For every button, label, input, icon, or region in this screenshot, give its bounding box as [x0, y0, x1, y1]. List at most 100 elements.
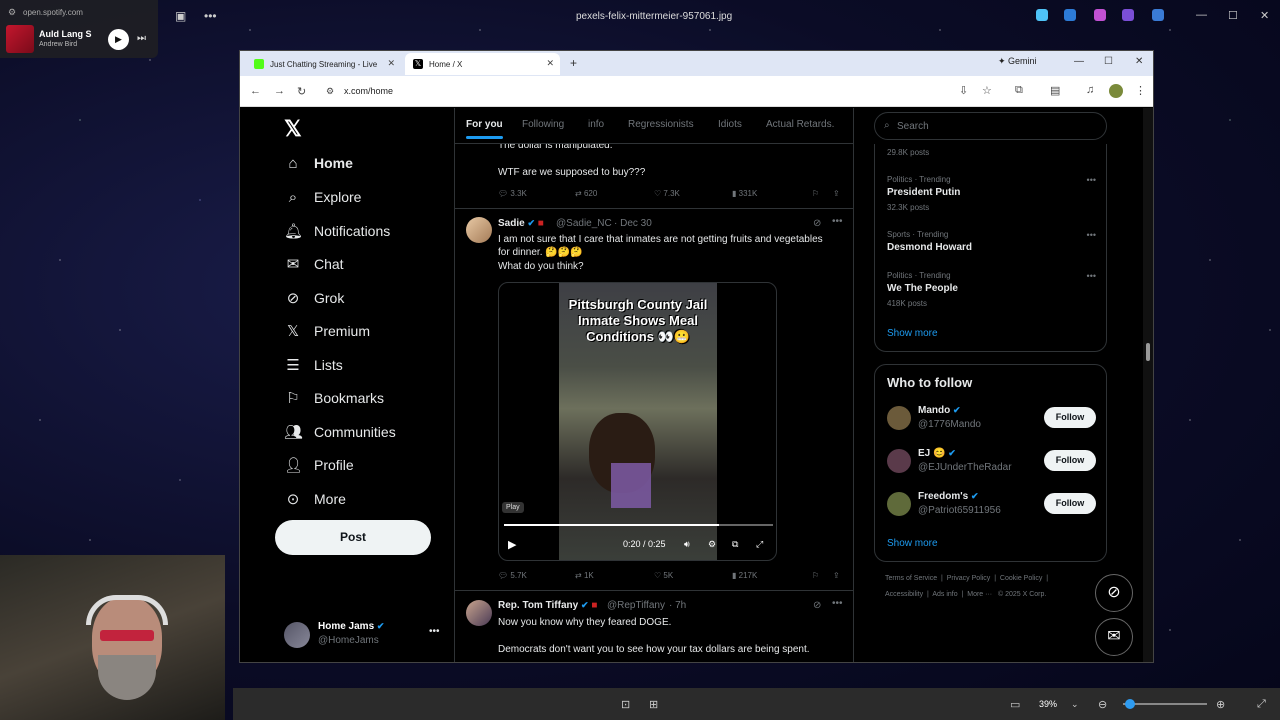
- grok-icon[interactable]: ⊘: [813, 600, 821, 611]
- fit-icon[interactable]: ⊡: [621, 698, 630, 711]
- bookmark-icon[interactable]: ⚐: [812, 189, 819, 198]
- volume-icon[interactable]: 🔊︎: [684, 539, 690, 550]
- avatar[interactable]: [466, 600, 492, 626]
- more-icon[interactable]: •••: [1087, 271, 1096, 281]
- maximize-icon[interactable]: ☐: [1104, 56, 1113, 67]
- new-tab-icon[interactable]: +: [570, 56, 577, 70]
- avatar[interactable]: [466, 217, 492, 243]
- next-track-icon[interactable]: ⏭: [137, 33, 146, 44]
- author-handle[interactable]: @RepTiffany: [607, 600, 665, 611]
- play-icon[interactable]: ▶: [108, 29, 129, 50]
- picture-in-picture-icon[interactable]: ⧉: [732, 539, 738, 550]
- site-info-icon[interactable]: ⚙: [326, 86, 334, 97]
- more-icon[interactable]: •••: [1087, 230, 1096, 240]
- address-bar[interactable]: x.com/home: [344, 86, 393, 96]
- tab-for-you[interactable]: For you: [466, 119, 503, 139]
- zoom-in-icon[interactable]: ⊕: [1216, 698, 1225, 711]
- account-name[interactable]: Freedom's ✔: [918, 491, 979, 502]
- more-icon[interactable]: •••: [832, 598, 843, 609]
- menu-icon[interactable]: ⋮: [1135, 84, 1146, 97]
- page-scrollbar[interactable]: [1143, 108, 1153, 662]
- text-select-icon[interactable]: ⊞: [649, 698, 658, 711]
- more-icon[interactable]: •••: [832, 216, 843, 227]
- tab-x-home[interactable]: 𝕏 Home / X ✕: [405, 53, 560, 75]
- settings-icon[interactable]: ⚙: [708, 539, 716, 550]
- views-button[interactable]: ▮ 217K: [732, 571, 757, 580]
- follow-button[interactable]: Follow: [1044, 407, 1096, 428]
- messages-fab-button[interactable]: ✉: [1095, 618, 1133, 656]
- chevron-down-icon[interactable]: ⌄: [1071, 699, 1079, 710]
- profile-avatar[interactable]: [1109, 84, 1123, 98]
- gemini-button[interactable]: ✦ Gemini: [998, 56, 1037, 67]
- play-icon[interactable]: ▶: [508, 538, 516, 551]
- zoom-slider[interactable]: [1123, 699, 1207, 709]
- tab-idiots[interactable]: Idiots: [718, 119, 742, 130]
- footer-link[interactable]: Terms of Service: [885, 575, 937, 582]
- post-date[interactable]: · Dec 30: [614, 218, 652, 229]
- repost-button[interactable]: ⇄ 1K: [575, 571, 594, 580]
- minimize-icon[interactable]: —: [1074, 56, 1084, 67]
- nav-grok[interactable]: ⊘ Grok: [284, 286, 345, 310]
- zoom-out-icon[interactable]: ⊖: [1098, 698, 1107, 711]
- media-icon[interactable]: ♫: [1086, 84, 1094, 96]
- forward-icon[interactable]: →: [274, 85, 285, 97]
- reply-button[interactable]: 💬︎ 5.7K: [498, 571, 527, 580]
- account-name[interactable]: Mando ✔: [918, 405, 961, 416]
- more-icon[interactable]: •••: [1087, 175, 1096, 185]
- more-options-icon[interactable]: •••: [204, 9, 217, 23]
- reply-button[interactable]: 💬︎ 3.3K: [498, 189, 527, 198]
- close-tab-icon[interactable]: ✕: [546, 58, 554, 69]
- share-icon[interactable]: ⇪: [833, 571, 840, 580]
- like-button[interactable]: ♡ 7.3K: [654, 189, 680, 198]
- footer-link[interactable]: Ads info: [932, 591, 957, 598]
- follow-button[interactable]: Follow: [1044, 450, 1096, 471]
- actual-size-icon[interactable]: ▭: [1010, 698, 1020, 711]
- tab-actual-retards[interactable]: Actual Retards.: [766, 119, 834, 130]
- slideshow-icon[interactable]: ▣: [175, 9, 186, 23]
- post-date[interactable]: · 7h: [669, 600, 686, 611]
- zoom-slider-knob[interactable]: [1125, 699, 1135, 709]
- bookmark-star-icon[interactable]: ☆: [982, 84, 992, 97]
- extensions-icon[interactable]: ⧉: [1015, 84, 1023, 97]
- more-icon[interactable]: •••: [429, 626, 440, 637]
- copilot-icon[interactable]: [1036, 9, 1048, 21]
- like-button[interactable]: ♡ 5K: [654, 571, 673, 580]
- footer-link[interactable]: Cookie Policy: [1000, 575, 1042, 582]
- close-icon[interactable]: ✕: [1135, 56, 1143, 67]
- tab-kick[interactable]: Just Chatting Streaming - Live ✕: [246, 53, 401, 75]
- avatar[interactable]: [887, 449, 911, 473]
- video-player[interactable]: Pittsburgh County Jail Inmate Shows Meal…: [498, 282, 777, 561]
- nav-communities[interactable]: 👥︎ Communities: [284, 420, 396, 444]
- tab-following[interactable]: Following: [522, 119, 564, 130]
- footer-link[interactable]: Privacy Policy: [947, 575, 991, 582]
- app-tray-icon[interactable]: [1064, 9, 1076, 21]
- x-logo-icon[interactable]: 𝕏: [284, 116, 302, 142]
- post-button[interactable]: Post: [275, 520, 431, 555]
- views-button[interactable]: ▮ 331K: [732, 189, 757, 198]
- grok-fab-button[interactable]: ⊘: [1095, 574, 1133, 612]
- nav-chat[interactable]: ✉ Chat: [284, 252, 344, 276]
- app-tray-icon[interactable]: [1122, 9, 1134, 21]
- fullscreen-icon[interactable]: ⤢: [1257, 698, 1266, 711]
- footer-link[interactable]: More ···: [967, 591, 992, 598]
- nav-explore[interactable]: ⌕ Explore: [284, 185, 362, 209]
- cloud-icon[interactable]: [1152, 9, 1164, 21]
- app-tray-icon[interactable]: [1094, 9, 1106, 21]
- nav-home[interactable]: ⌂ Home: [284, 151, 352, 175]
- repost-button[interactable]: ⇄ 620: [575, 189, 597, 198]
- author-name[interactable]: Sadie ✔ ■: [498, 218, 544, 229]
- nav-more[interactable]: ⊙ More: [284, 487, 346, 511]
- nav-profile[interactable]: 👤︎ Profile: [284, 453, 354, 477]
- minimize-icon[interactable]: —: [1196, 9, 1207, 21]
- scrollbar-thumb[interactable]: [1146, 343, 1150, 361]
- video-frame[interactable]: Pittsburgh County Jail Inmate Shows Meal…: [559, 283, 717, 560]
- reload-icon[interactable]: ↻: [297, 85, 306, 98]
- tab-info[interactable]: info: [588, 119, 604, 130]
- close-icon[interactable]: ✕: [1260, 9, 1269, 22]
- bookmark-icon[interactable]: ⚐: [812, 571, 819, 580]
- author-name[interactable]: Rep. Tom Tiffany ✔ ■: [498, 600, 597, 611]
- maximize-icon[interactable]: ☐: [1228, 9, 1238, 22]
- tab-regressionists[interactable]: Regressionists: [628, 119, 694, 130]
- nav-notifications[interactable]: 🔔︎ Notifications: [284, 219, 390, 243]
- footer-link[interactable]: Accessibility: [885, 591, 923, 598]
